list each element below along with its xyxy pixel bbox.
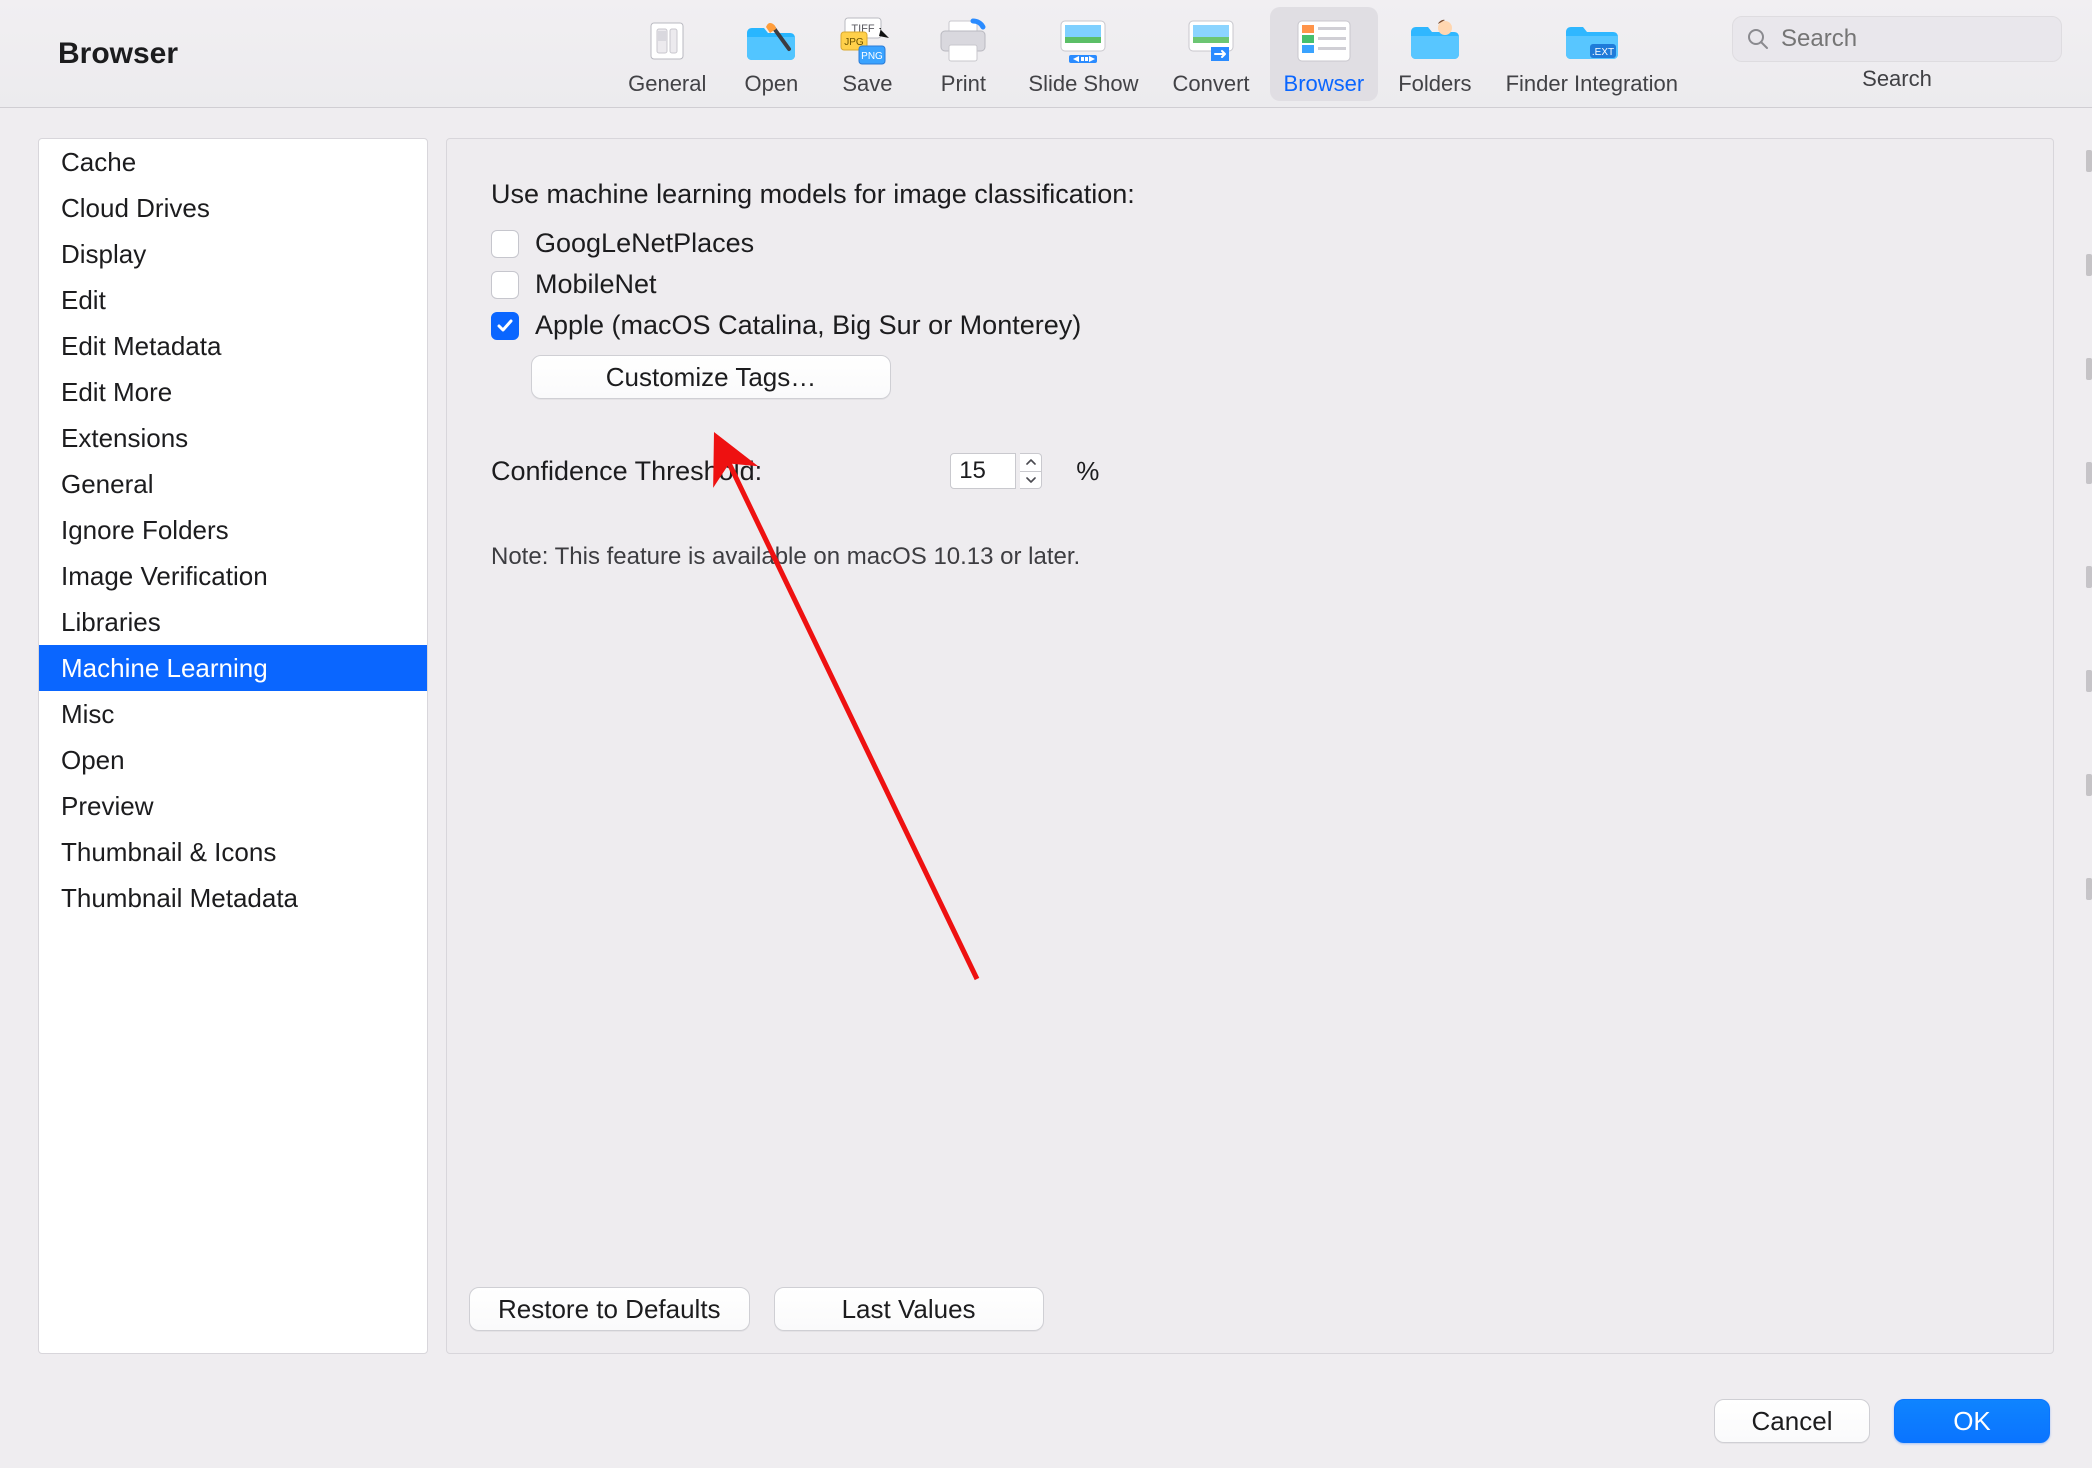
customize-tags-button[interactable]: Customize Tags… <box>531 355 891 399</box>
checkbox-apple[interactable] <box>491 312 519 340</box>
toolbar-item-label: Convert <box>1172 71 1249 97</box>
sidebar-item-edit-more[interactable]: Edit More <box>39 369 427 415</box>
content-bottom-buttons: Restore to Defaults Last Values <box>469 1287 1044 1331</box>
sidebar-item-open[interactable]: Open <box>39 737 427 783</box>
note-text: Note: This feature is available on macOS… <box>491 543 2009 571</box>
threshold-label: Confidence Threshold: <box>491 456 762 487</box>
toolbar-items: General Open TIFFJPGPNG Save Print <box>614 7 1692 101</box>
toolbar-item-label: Print <box>941 71 986 97</box>
folder-user-icon <box>1407 13 1463 69</box>
sidebar-item-machine-learning[interactable]: Machine Learning <box>39 645 427 691</box>
model-googlenet-label: GoogLeNetPlaces <box>535 228 754 259</box>
folder-brush-icon <box>743 13 799 69</box>
convert-icon <box>1185 13 1237 69</box>
threshold-unit: % <box>1076 456 1099 487</box>
threshold-stepper <box>950 453 1042 489</box>
restore-defaults-button[interactable]: Restore to Defaults <box>469 1287 750 1331</box>
slideshow-icon <box>1055 13 1111 69</box>
threshold-input[interactable] <box>950 453 1016 489</box>
toolbar-item-label: Open <box>744 71 798 97</box>
svg-text:.EXT: .EXT <box>1592 47 1614 58</box>
ok-button[interactable]: OK <box>1894 1399 2050 1443</box>
sidebar-item-misc[interactable]: Misc <box>39 691 427 737</box>
toolbar-item-label: Folders <box>1398 71 1471 97</box>
svg-text:PNG: PNG <box>862 51 884 62</box>
sidebar-item-edit[interactable]: Edit <box>39 277 427 323</box>
sidebar-list: Cache Cloud Drives Display Edit Edit Met… <box>39 139 427 921</box>
folder-ext-icon: .EXT <box>1562 13 1622 69</box>
toolbar: Browser General Open TIFFJPGPNG Save <box>0 0 2092 108</box>
toolbar-item-label: Finder Integration <box>1506 71 1678 97</box>
sidebar-item-general[interactable]: General <box>39 461 427 507</box>
model-apple-label: Apple (macOS Catalina, Big Sur or Monter… <box>535 310 1081 341</box>
cancel-button[interactable]: Cancel <box>1714 1399 1870 1443</box>
toolbar-item-finder-integration[interactable]: .EXT Finder Integration <box>1492 7 1692 101</box>
model-googlenet-row: GoogLeNetPlaces <box>491 228 2009 259</box>
sidebar-item-preview[interactable]: Preview <box>39 783 427 829</box>
threshold-row: Confidence Threshold: % <box>491 453 2009 489</box>
sidebar-item-cloud-drives[interactable]: Cloud Drives <box>39 185 427 231</box>
toolbar-item-general[interactable]: General <box>614 7 720 101</box>
toolbar-item-label: Slide Show <box>1028 71 1138 97</box>
window-title: Browser <box>58 37 178 71</box>
browser-grid-icon <box>1296 13 1352 69</box>
slider-icon <box>643 13 691 69</box>
section-heading: Use machine learning models for image cl… <box>491 179 2009 210</box>
toolbar-item-label: General <box>628 71 706 97</box>
toolbar-item-save[interactable]: TIFFJPGPNG Save <box>822 7 912 101</box>
sidebar-item-extensions[interactable]: Extensions <box>39 415 427 461</box>
content-panel: Use machine learning models for image cl… <box>446 138 2054 1354</box>
search-input-wrap[interactable] <box>1732 16 2062 62</box>
sidebar-item-thumbnail-icons[interactable]: Thumbnail & Icons <box>39 829 427 875</box>
sidebar: Cache Cloud Drives Display Edit Edit Met… <box>38 138 428 1354</box>
chevron-down-icon[interactable] <box>1020 472 1041 489</box>
sidebar-item-display[interactable]: Display <box>39 231 427 277</box>
toolbar-item-label: Browser <box>1284 71 1365 97</box>
search-icon <box>1747 28 1769 50</box>
checkbox-googlenet[interactable] <box>491 230 519 258</box>
chevron-up-icon[interactable] <box>1020 454 1041 472</box>
right-edge-marks <box>2086 150 2092 900</box>
toolbar-item-browser[interactable]: Browser <box>1270 7 1379 101</box>
search-input[interactable] <box>1779 24 2092 54</box>
toolbar-item-label: Save <box>842 71 892 97</box>
sidebar-item-cache[interactable]: Cache <box>39 139 427 185</box>
model-apple-row: Apple (macOS Catalina, Big Sur or Monter… <box>491 310 2009 341</box>
search-label: Search <box>1862 66 1932 92</box>
model-mobilenet-row: MobileNet <box>491 269 2009 300</box>
sidebar-item-ignore-folders[interactable]: Ignore Folders <box>39 507 427 553</box>
toolbar-item-folders[interactable]: Folders <box>1384 7 1485 101</box>
sidebar-item-thumbnail-metadata[interactable]: Thumbnail Metadata <box>39 875 427 921</box>
last-values-button[interactable]: Last Values <box>774 1287 1044 1331</box>
sidebar-item-image-verification[interactable]: Image Verification <box>39 553 427 599</box>
dialog-footer: Cancel OK <box>0 1374 2092 1468</box>
threshold-stepper-arrows[interactable] <box>1020 453 1042 489</box>
sidebar-item-libraries[interactable]: Libraries <box>39 599 427 645</box>
checkbox-mobilenet[interactable] <box>491 271 519 299</box>
toolbar-item-slideshow[interactable]: Slide Show <box>1014 7 1152 101</box>
toolbar-item-open[interactable]: Open <box>726 7 816 101</box>
image-formats-icon: TIFFJPGPNG <box>839 13 895 69</box>
printer-icon <box>937 13 989 69</box>
toolbar-item-convert[interactable]: Convert <box>1158 7 1263 101</box>
toolbar-search: Search <box>1732 16 2062 92</box>
sidebar-item-edit-metadata[interactable]: Edit Metadata <box>39 323 427 369</box>
toolbar-item-print[interactable]: Print <box>918 7 1008 101</box>
model-mobilenet-label: MobileNet <box>535 269 657 300</box>
main: Cache Cloud Drives Display Edit Edit Met… <box>0 108 2092 1374</box>
